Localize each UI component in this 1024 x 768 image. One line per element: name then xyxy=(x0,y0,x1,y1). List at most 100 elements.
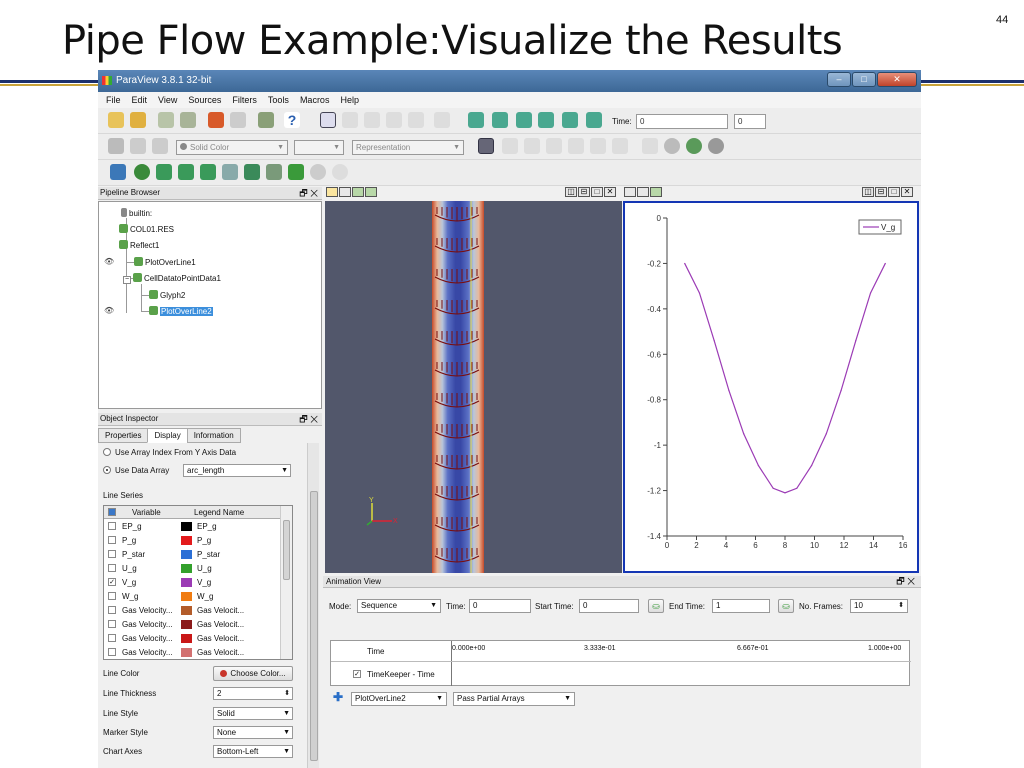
series-scrollbar[interactable] xyxy=(280,506,292,659)
panel-float-close-icon[interactable]: 🗗 ✕ xyxy=(299,187,318,199)
line-chart-view[interactable]: 0 -0.2 -0.4 -0.6 -0.8 -1 -1.2 -1.4 0 2 4 6 8 10 12 14 16… xyxy=(623,201,919,573)
timekeeper-checkbox[interactable]: ✓ xyxy=(353,670,361,678)
maximize-view-icon[interactable]: □ xyxy=(888,187,900,197)
time-input[interactable]: 0 xyxy=(636,114,728,129)
menu-tools[interactable]: Tools xyxy=(268,95,289,105)
pipeline-item-plotoverline2[interactable]: PlotOverLine2 xyxy=(149,306,213,317)
split-horizontal-icon[interactable]: ◫ xyxy=(862,187,874,197)
inspector-scrollbar[interactable] xyxy=(307,443,319,768)
tab-information[interactable]: Information xyxy=(186,428,241,443)
close-view-icon[interactable]: ✕ xyxy=(901,187,913,197)
timeline-ruler[interactable]: 0.000e+00 3.333e-01 6.667e-01 1.000e+00 xyxy=(451,641,910,661)
pipeline-item-glyph2[interactable]: Glyph2 xyxy=(149,290,185,301)
line-series-row[interactable]: Gas Velocity... Gas Velocit... xyxy=(104,632,280,645)
line-series-row[interactable]: ✓ V_g V_g xyxy=(104,576,280,589)
select-block-icon[interactable] xyxy=(434,112,450,128)
menu-filters[interactable]: Filters xyxy=(232,95,257,105)
loop-icon[interactable] xyxy=(586,112,602,128)
select-points-icon[interactable] xyxy=(364,112,380,128)
clip-filter-icon[interactable] xyxy=(156,164,172,180)
representation-select[interactable]: Representation ▼ xyxy=(352,140,464,155)
redo-icon[interactable] xyxy=(230,112,246,128)
calculator-filter-icon[interactable] xyxy=(110,164,126,180)
use-array-index-radio[interactable]: Use Array Index From Y Axis Data xyxy=(103,448,236,457)
play-icon[interactable] xyxy=(516,112,532,128)
pick-center-icon[interactable] xyxy=(642,138,658,154)
tab-properties[interactable]: Properties xyxy=(98,428,149,443)
series-color-swatch[interactable] xyxy=(181,564,192,573)
scroll-thumb[interactable] xyxy=(310,491,318,761)
line-style-select[interactable]: Solid ▼ xyxy=(213,707,293,720)
series-visibility-checkbox[interactable] xyxy=(108,592,116,600)
extract-subset-icon[interactable] xyxy=(222,164,238,180)
visibility-eye-icon[interactable]: 👁 xyxy=(104,306,114,315)
undo-icon[interactable] xyxy=(208,112,224,128)
pipeline-item-col01-res[interactable]: COL01.RES xyxy=(119,224,174,235)
rotate-icon[interactable] xyxy=(708,138,724,154)
series-color-swatch[interactable] xyxy=(181,536,192,545)
view-plus-x-icon[interactable] xyxy=(502,138,518,154)
lock-start-time-icon[interactable]: ⛀ xyxy=(648,599,664,613)
line-series-row[interactable]: P_g P_g xyxy=(104,534,280,547)
track-property-select[interactable]: Pass Partial Arrays ▼ xyxy=(453,692,575,706)
series-color-swatch[interactable] xyxy=(181,592,192,601)
line-series-row[interactable]: U_g U_g xyxy=(104,562,280,575)
menu-macros[interactable]: Macros xyxy=(300,95,330,105)
series-color-swatch[interactable] xyxy=(181,578,192,587)
warp-vector-icon[interactable] xyxy=(288,164,304,180)
camera-icon[interactable] xyxy=(326,187,338,197)
series-visibility-checkbox[interactable] xyxy=(108,648,116,656)
camera-reset-icon[interactable] xyxy=(478,138,494,154)
spin-arrows-icon[interactable]: ⬍ xyxy=(284,688,290,699)
menu-help[interactable]: Help xyxy=(340,95,359,105)
threshold-filter-icon[interactable] xyxy=(200,164,216,180)
close-view-icon[interactable]: ✕ xyxy=(604,187,616,197)
anim-time-input[interactable]: 0 xyxy=(469,599,531,613)
view-minus-y-icon[interactable] xyxy=(568,138,584,154)
camera-icon[interactable] xyxy=(624,187,636,197)
line-series-row[interactable]: Gas Velocity... Gas Velocit... xyxy=(104,646,280,659)
panel-float-close-icon[interactable]: 🗗 ✕ xyxy=(299,413,318,425)
glyph-filter-icon[interactable] xyxy=(244,164,260,180)
maximize-view-icon[interactable]: □ xyxy=(591,187,603,197)
line-thickness-spinbox[interactable]: 2 ⬍ xyxy=(213,687,293,700)
view-plus-z-icon[interactable] xyxy=(590,138,606,154)
split-vertical-icon[interactable]: ⊟ xyxy=(578,187,590,197)
visibility-eye-icon[interactable]: 👁 xyxy=(104,257,114,266)
view-minus-z-icon[interactable] xyxy=(612,138,628,154)
save-state-icon[interactable] xyxy=(158,112,174,128)
timekeeper-track[interactable]: ✓ TimeKeeper - Time xyxy=(331,662,911,686)
pipeline-item-celldatatopointdata1[interactable]: − CellDatatoPointData1 xyxy=(123,273,221,284)
maximize-button[interactable]: □ xyxy=(852,72,876,87)
series-color-swatch[interactable] xyxy=(181,648,192,657)
rescale-range-icon[interactable] xyxy=(152,138,168,154)
menu-view[interactable]: View xyxy=(158,95,177,105)
line-series-row[interactable]: Gas Velocity... Gas Velocit... xyxy=(104,618,280,631)
lock-end-time-icon[interactable]: ⛀ xyxy=(778,599,794,613)
series-visibility-checkbox[interactable] xyxy=(108,522,116,530)
x-array-select[interactable]: arc_length ▼ xyxy=(183,464,291,477)
edit-color-map-icon[interactable] xyxy=(130,138,146,154)
series-color-swatch[interactable] xyxy=(181,606,192,615)
show-center-icon[interactable] xyxy=(686,138,702,154)
close-button[interactable]: ✕ xyxy=(877,72,917,87)
panel-float-close-icon[interactable]: 🗗 ✕ xyxy=(896,576,915,587)
line-series-row[interactable]: P_star P_star xyxy=(104,548,280,561)
open-file-icon[interactable] xyxy=(108,112,124,128)
line-series-row[interactable]: Gas Velocity... Gas Velocit... xyxy=(104,604,280,617)
marker-style-select[interactable]: None ▼ xyxy=(213,726,293,739)
stream-tracer-icon[interactable] xyxy=(266,164,282,180)
next-frame-icon[interactable] xyxy=(538,112,554,128)
color-by-select[interactable]: Solid Color ▼ xyxy=(176,140,288,155)
toggle-color-legend-icon[interactable] xyxy=(108,138,124,154)
series-visibility-checkbox[interactable] xyxy=(108,564,116,572)
pipeline-item-builtin[interactable]: builtin: xyxy=(121,208,152,219)
first-frame-icon[interactable] xyxy=(468,112,484,128)
connect-icon[interactable] xyxy=(258,112,274,128)
no-frames-spinbox[interactable]: 10 ⬍ xyxy=(850,599,908,613)
pipeline-item-reflect1[interactable]: Reflect1 xyxy=(119,240,159,251)
last-frame-icon[interactable] xyxy=(562,112,578,128)
open-recent-icon[interactable] xyxy=(130,112,146,128)
spin-arrows-icon[interactable]: ⬍ xyxy=(898,600,904,612)
menu-sources[interactable]: Sources xyxy=(188,95,221,105)
